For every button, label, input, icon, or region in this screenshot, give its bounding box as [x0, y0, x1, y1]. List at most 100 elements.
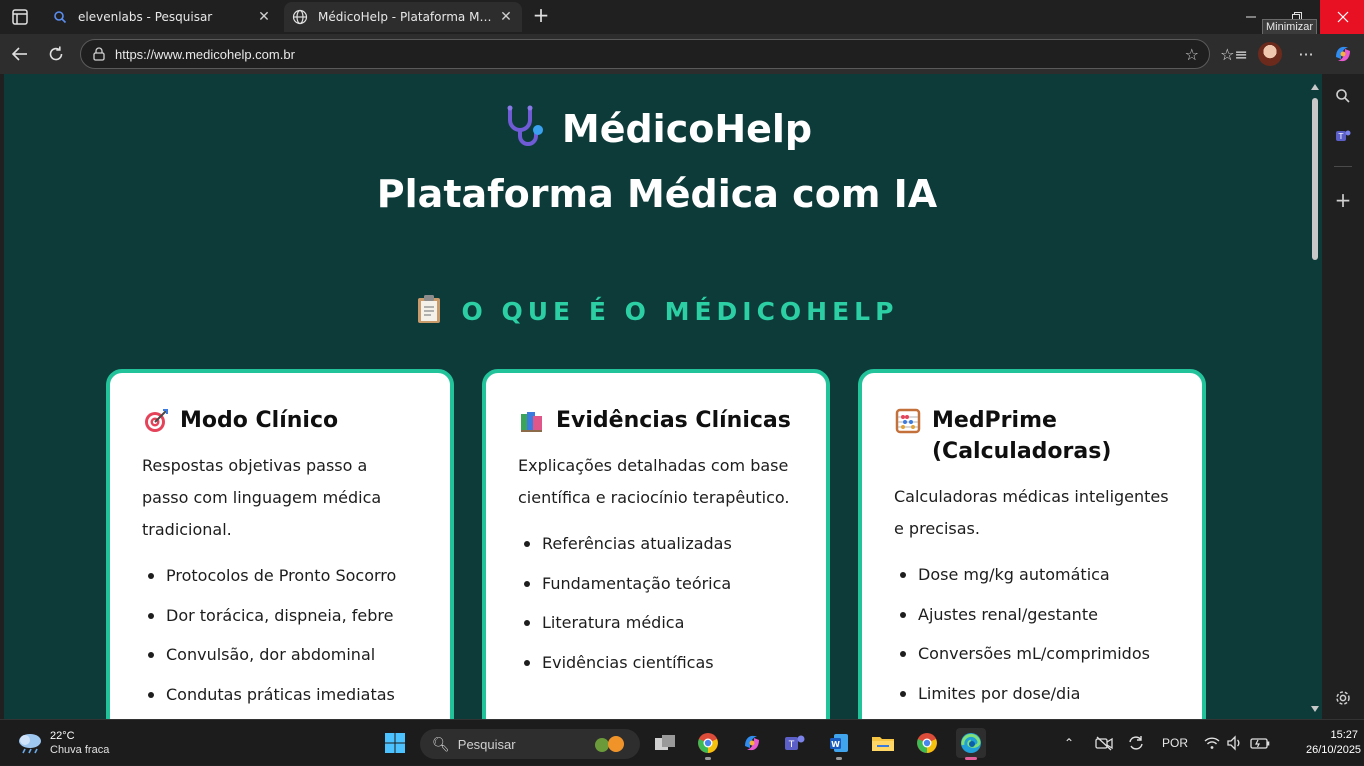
chrome-icon [698, 733, 718, 753]
taskbar-copilot[interactable] [737, 728, 767, 758]
tray-meet-now[interactable] [1095, 720, 1113, 766]
stethoscope-icon [502, 104, 548, 157]
list-item: Evidências científicas [518, 643, 794, 683]
search-icon: 🔍︎ [432, 735, 450, 752]
taskbar-teams[interactable]: T [780, 728, 810, 758]
task-view-button[interactable] [650, 728, 680, 758]
list-item: Ajustes renal/gestante [894, 595, 1170, 635]
profile-avatar[interactable] [1258, 42, 1282, 66]
tray-network[interactable] [1203, 720, 1221, 766]
sync-icon [1129, 736, 1143, 750]
section-heading: O QUE É O MÉDICOHELP [4, 294, 1310, 330]
target-icon [142, 407, 170, 435]
windows-logo-icon [385, 733, 405, 753]
back-button[interactable] [7, 42, 33, 66]
speaker-icon [1227, 735, 1240, 751]
tray-sync[interactable] [1127, 720, 1145, 766]
card-title: MedPrime (Calculadoras) [932, 408, 1112, 464]
list-item: Dor torácica, dispneia, febre [142, 596, 418, 636]
sidebar-teams-button[interactable]: T [1331, 124, 1355, 148]
tab-bar: elevenlabs - Pesquisar ✕ MédicoHelp - Pl… [0, 0, 1364, 36]
tray-language[interactable]: POR [1162, 720, 1188, 766]
list-item: Referências atualizadas [518, 524, 794, 564]
settings-more-button[interactable]: ··· [1293, 42, 1319, 66]
tab-search[interactable]: elevenlabs - Pesquisar ✕ [44, 2, 280, 32]
edge-icon [961, 733, 981, 753]
globe-icon [292, 9, 308, 25]
folder-icon [872, 737, 894, 751]
taskbar-search[interactable]: 🔍︎ Pesquisar [420, 729, 640, 759]
refresh-icon [49, 46, 63, 61]
weather-widget[interactable]: 22°C Chuva fraca [16, 729, 109, 757]
sidebar-search-button[interactable] [1331, 84, 1355, 108]
start-button[interactable] [380, 728, 410, 758]
sidebar-settings-button[interactable] [1331, 686, 1355, 710]
copilot-button[interactable] [1330, 42, 1356, 66]
card-evidencias-clinicas: Evidências Clínicas Explicações detalhad… [482, 369, 830, 719]
system-clock[interactable]: 15:27 26/10/2025 [1306, 728, 1362, 758]
minimize-icon [1246, 16, 1256, 18]
favorite-star-icon[interactable]: ☆ [1185, 45, 1199, 64]
browser-toolbar: https://www.medicohelp.com.br ☆ ☆≡ ··· [0, 34, 1364, 74]
scroll-down-arrow-icon[interactable] [1311, 706, 1319, 712]
tray-battery[interactable] [1250, 720, 1270, 766]
list-item: Condutas práticas imediatas [142, 675, 418, 715]
list-item: Literatura médica [518, 603, 794, 643]
wifi-icon [1204, 737, 1220, 749]
url-text: https://www.medicohelp.com.br [115, 46, 295, 62]
card-description: Respostas objetivas passo a passo com li… [142, 456, 382, 539]
hero-brand: MédicoHelp [4, 104, 1310, 157]
page-scrollbar[interactable] [1310, 80, 1320, 714]
card-header: MedPrime (Calculadoras) [894, 405, 1170, 467]
close-icon [1337, 11, 1349, 23]
card-feature-list: Referências atualizadas Fundamentação te… [518, 524, 794, 683]
site-info-icon[interactable] [91, 46, 107, 62]
card-title: Evidências Clínicas [556, 408, 791, 433]
taskbar-chrome-profile[interactable] [693, 728, 723, 760]
card-description: Calculadoras médicas inteligentes e prec… [894, 487, 1169, 538]
tray-volume[interactable] [1226, 720, 1244, 766]
svg-text:T: T [788, 740, 795, 750]
close-tab-icon[interactable]: ✕ [496, 7, 516, 27]
favorites-button[interactable]: ☆≡ [1220, 42, 1248, 66]
card-title: Modo Clínico [180, 408, 339, 433]
refresh-button[interactable] [43, 42, 69, 66]
abacus-icon [894, 407, 922, 435]
scroll-thumb[interactable] [1312, 98, 1318, 260]
address-bar[interactable]: https://www.medicohelp.com.br ☆ [80, 39, 1210, 69]
taskbar-file-explorer[interactable] [868, 728, 898, 758]
weather-condition: Chuva fraca [50, 744, 110, 756]
close-window-button[interactable] [1320, 0, 1364, 34]
clock-time: 15:27 [1330, 729, 1358, 741]
windows-taskbar: 22°C Chuva fraca 🔍︎ Pesquisar T W ⌃ POR … [0, 719, 1364, 765]
back-arrow-icon [11, 47, 27, 61]
list-item: Dose mg/kg automática [894, 555, 1170, 595]
tab-actions-button[interactable] [8, 6, 32, 28]
copilot-icon [745, 735, 759, 751]
chevron-up-icon: ⌃ [1064, 736, 1075, 750]
books-icon [518, 407, 546, 435]
scroll-up-arrow-icon[interactable] [1311, 84, 1319, 90]
clock-date: 26/10/2025 [1306, 744, 1362, 756]
tray-overflow-button[interactable]: ⌃ [1064, 720, 1074, 766]
chrome-icon [917, 733, 937, 753]
svg-text:W: W [831, 740, 840, 749]
taskbar-chrome[interactable] [912, 728, 942, 758]
new-tab-button[interactable]: + [530, 5, 552, 27]
list-item: Conversões mL/comprimidos [894, 634, 1170, 674]
section-title-text: O QUE É O MÉDICOHELP [461, 297, 899, 326]
card-modo-clinico: Modo Clínico Respostas objetivas passo a… [106, 369, 454, 719]
taskbar-word[interactable]: W [824, 728, 854, 760]
taskbar-edge[interactable] [956, 728, 986, 760]
search-icon [52, 9, 68, 25]
close-tab-icon[interactable]: ✕ [254, 7, 274, 27]
tab-medicohelp[interactable]: MédicoHelp - Plataforma Médica com IA ✕ [284, 2, 522, 32]
card-feature-list: Protocolos de Pronto Socorro Dor torácic… [142, 556, 418, 715]
sidebar-add-button[interactable]: + [1331, 188, 1355, 212]
search-icon [1336, 89, 1350, 103]
clipboard-icon [416, 294, 442, 330]
svg-text:T: T [1338, 132, 1344, 141]
tab-actions-icon [12, 9, 28, 25]
search-placeholder: Pesquisar [457, 736, 516, 752]
gear-icon [1336, 691, 1350, 705]
